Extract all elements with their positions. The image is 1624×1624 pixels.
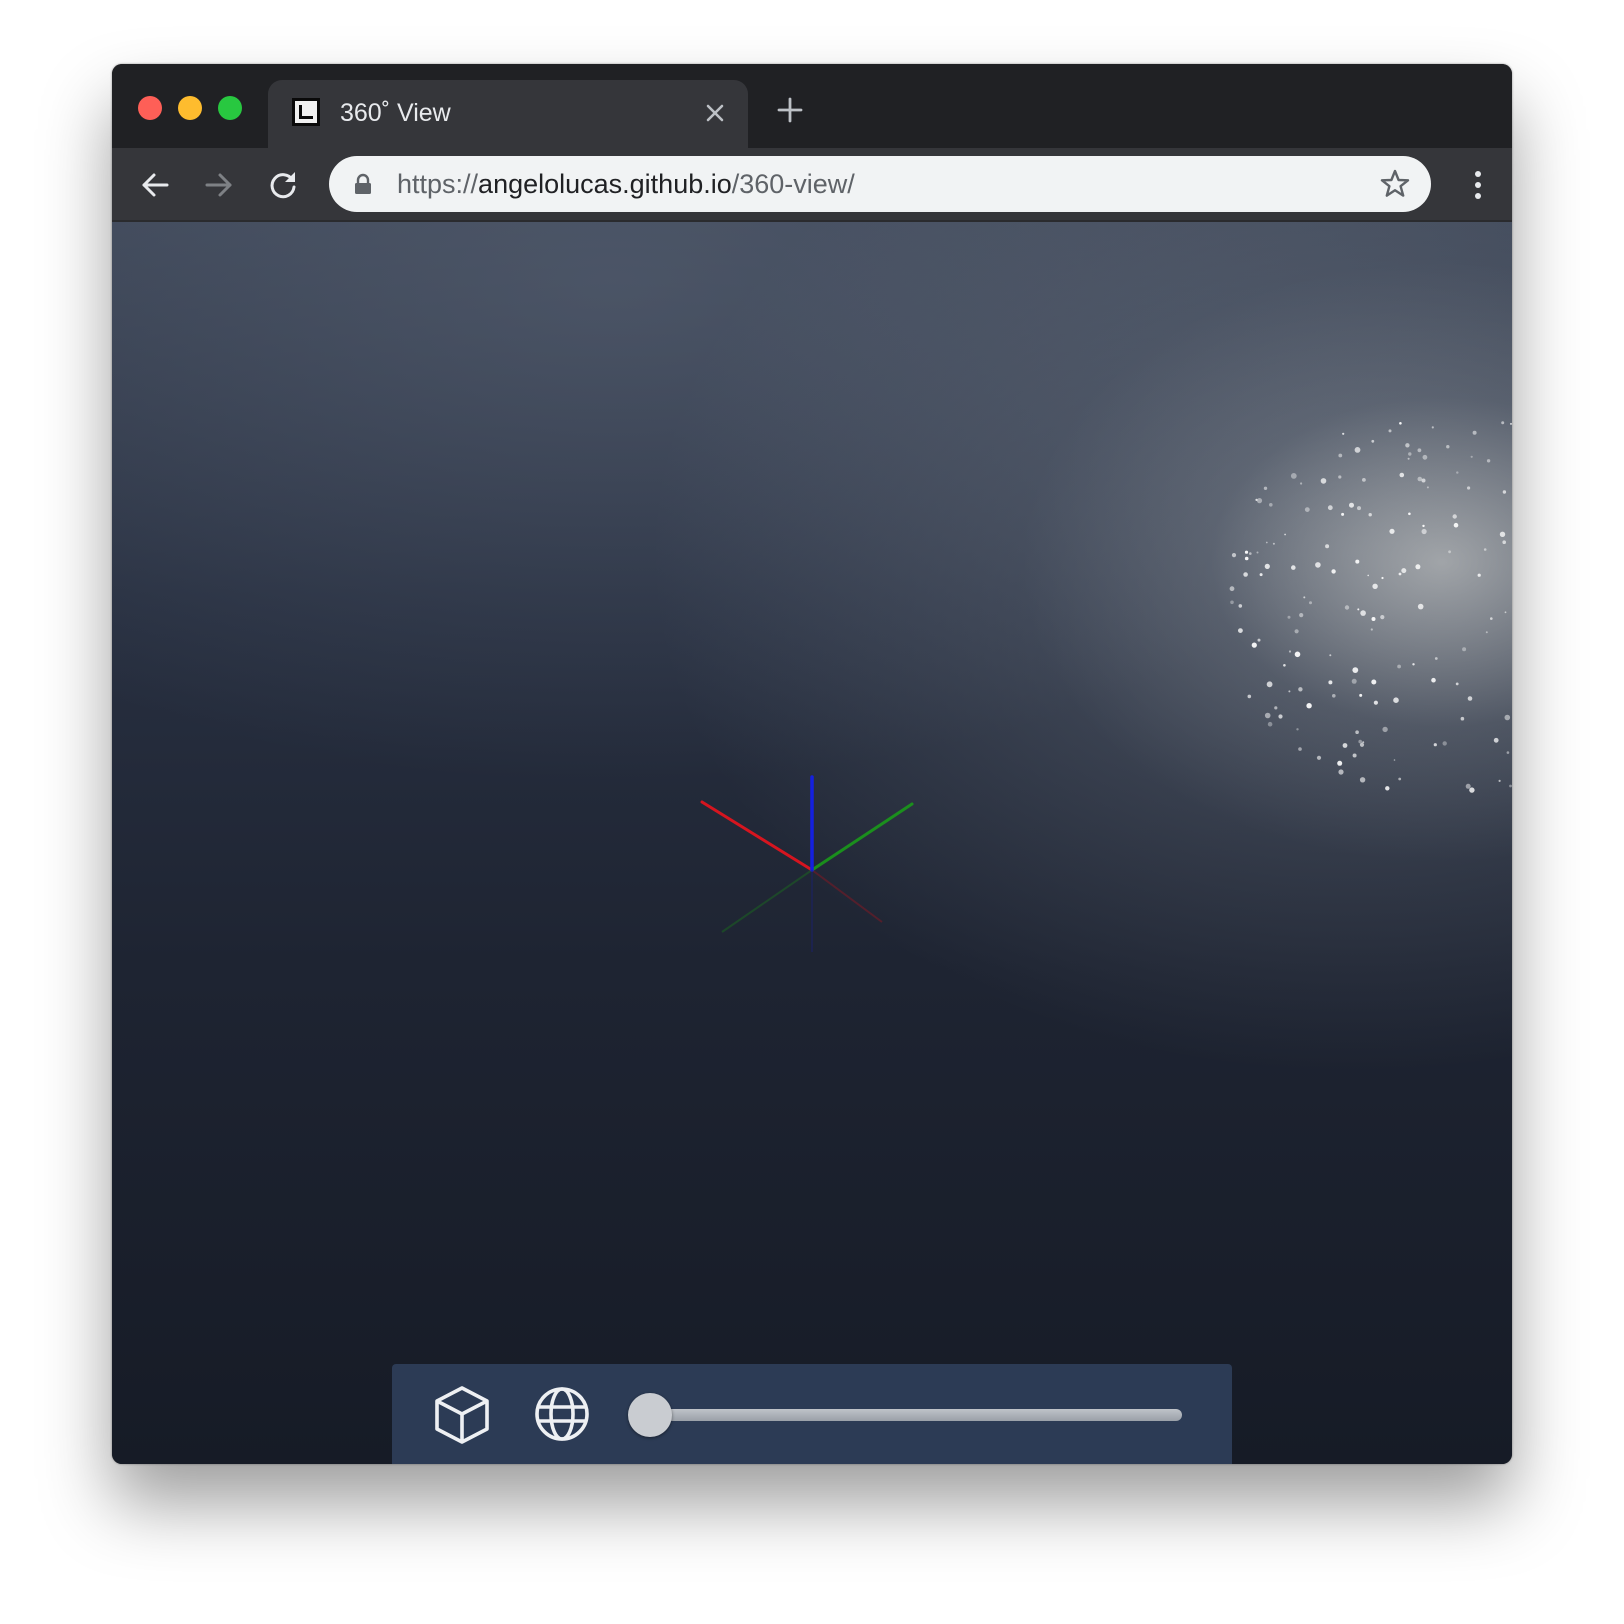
close-icon[interactable] bbox=[702, 100, 728, 126]
url-text: https://angelolucas.github.io/360-view/ bbox=[397, 168, 855, 200]
reload-icon[interactable] bbox=[266, 168, 300, 202]
back-arrow-icon[interactable] bbox=[138, 168, 172, 202]
window-minimize-button[interactable] bbox=[178, 96, 202, 120]
kebab-menu-icon[interactable] bbox=[1472, 168, 1484, 202]
lock-icon bbox=[355, 173, 371, 194]
browser-window: 360˚ View https://angelolucas.github.io/… bbox=[112, 64, 1512, 1464]
star-icon[interactable] bbox=[1379, 168, 1411, 200]
axes-helper bbox=[700, 775, 914, 952]
cube-icon[interactable] bbox=[430, 1382, 494, 1446]
forward-arrow-icon[interactable] bbox=[202, 168, 236, 202]
new-tab-plus-icon[interactable] bbox=[776, 96, 804, 124]
x-axis-line bbox=[700, 800, 814, 872]
control-bar bbox=[392, 1364, 1232, 1464]
y-axis-line bbox=[810, 802, 914, 872]
address-bar[interactable]: https://angelolucas.github.io/360-view/ bbox=[329, 156, 1431, 212]
title-bar: 360˚ View bbox=[112, 64, 1512, 148]
window-maximize-button[interactable] bbox=[218, 96, 242, 120]
tab-title: 360˚ View bbox=[340, 99, 451, 127]
url-path: /360-view/ bbox=[731, 169, 855, 199]
zoom-slider-thumb[interactable] bbox=[628, 1393, 672, 1437]
y-axis-line-negative bbox=[721, 869, 813, 933]
browser-toolbar: https://angelolucas.github.io/360-view/ bbox=[112, 148, 1512, 222]
globe-icon[interactable] bbox=[530, 1382, 594, 1446]
tab-active[interactable]: 360˚ View bbox=[268, 80, 748, 148]
x-axis-line-negative bbox=[811, 869, 883, 923]
panorama-viewport[interactable] bbox=[112, 222, 1512, 1464]
zoom-slider-track[interactable] bbox=[642, 1409, 1182, 1421]
url-host: angelolucas.github.io bbox=[478, 169, 732, 199]
favicon-icon bbox=[292, 98, 320, 126]
url-scheme: https:// bbox=[397, 169, 479, 199]
window-close-button[interactable] bbox=[138, 96, 162, 120]
